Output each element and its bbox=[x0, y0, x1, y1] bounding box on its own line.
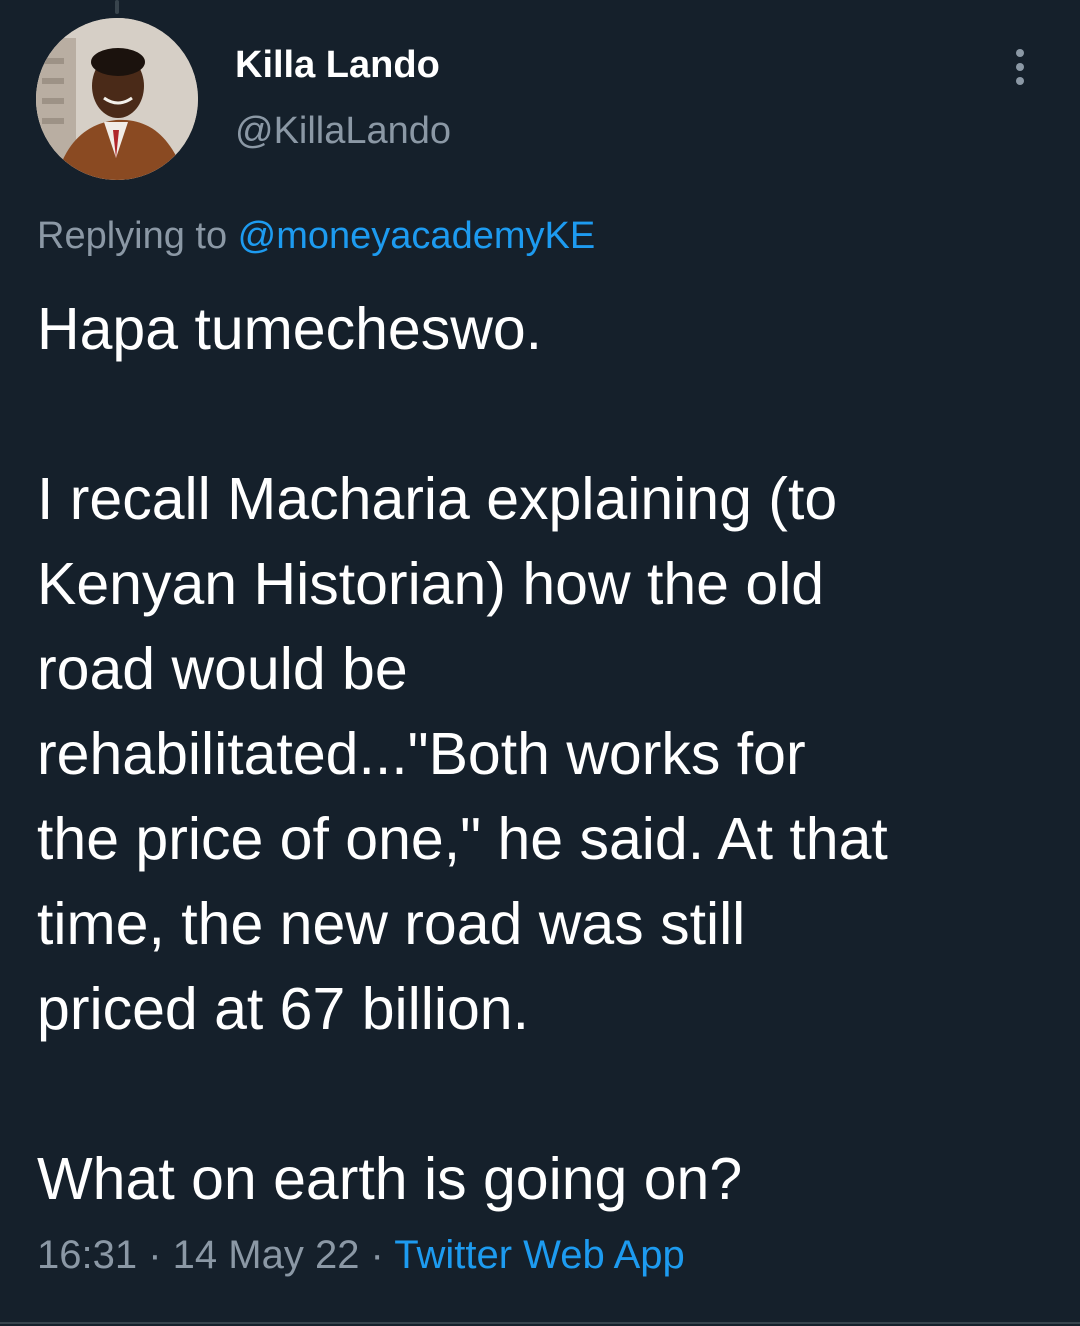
meta-separator: · bbox=[137, 1233, 173, 1277]
author-display-name[interactable]: Killa Lando bbox=[235, 44, 440, 87]
avatar-photo bbox=[36, 18, 198, 180]
author-handle[interactable]: @KillaLando bbox=[235, 110, 451, 153]
tweet-paragraph: I recall Macharia explaining (to Kenyan … bbox=[37, 466, 888, 1042]
tweet-date[interactable]: 14 May 22 bbox=[173, 1233, 360, 1277]
more-options-button[interactable] bbox=[1000, 42, 1040, 92]
tweet-time[interactable]: 16:31 bbox=[37, 1233, 137, 1277]
tweet-paragraph: Hapa tumecheswo. bbox=[37, 296, 543, 362]
tweet-source-link[interactable]: Twitter Web App bbox=[394, 1233, 685, 1277]
more-vertical-icon bbox=[1016, 77, 1024, 85]
more-vertical-icon bbox=[1016, 49, 1024, 57]
more-vertical-icon bbox=[1016, 63, 1024, 71]
thread-connector-line bbox=[115, 0, 119, 14]
avatar[interactable] bbox=[36, 18, 198, 180]
meta-separator: · bbox=[359, 1233, 395, 1277]
divider bbox=[0, 1322, 1080, 1324]
replying-to-line: Replying to @moneyacademyKE bbox=[37, 215, 595, 258]
tweet-text: Hapa tumecheswo. I recall Macharia expla… bbox=[37, 287, 1047, 1222]
reply-mention-link[interactable]: @moneyacademyKE bbox=[238, 215, 596, 257]
tweet-metadata: 16:31 · 14 May 22 · Twitter Web App bbox=[37, 1233, 685, 1278]
replying-to-label: Replying to bbox=[37, 215, 238, 257]
tweet-paragraph: What on earth is going on? bbox=[37, 1146, 743, 1212]
